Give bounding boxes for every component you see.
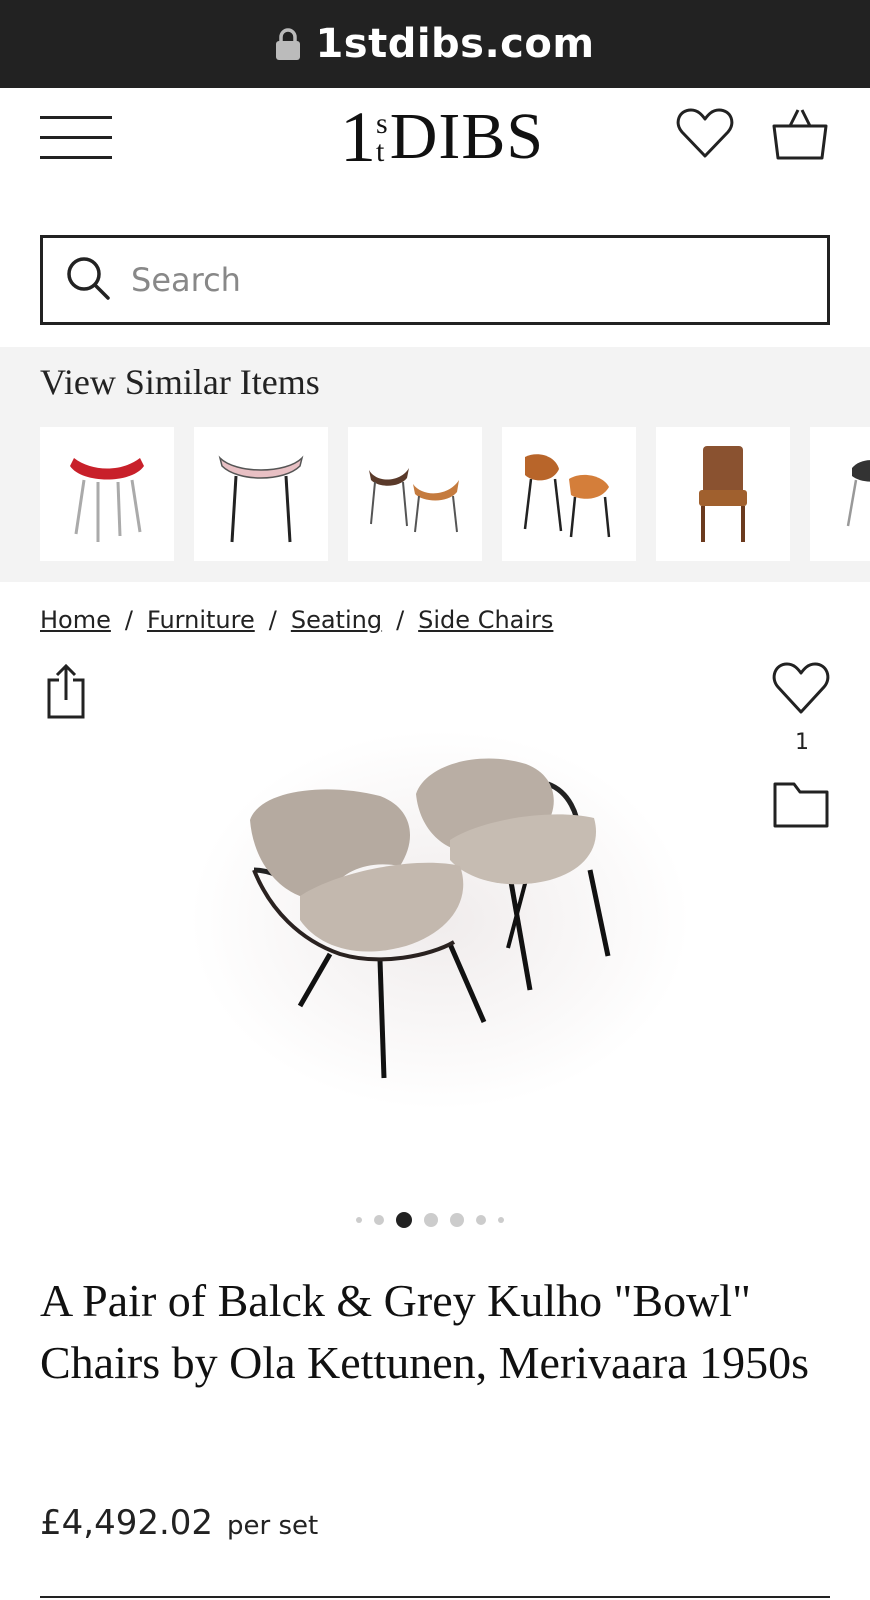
lock-icon: [275, 27, 301, 61]
search-box[interactable]: [40, 235, 830, 325]
carousel-dot[interactable]: [424, 1213, 438, 1227]
price-unit: per set: [227, 1511, 319, 1541]
black-bowl-chair-thumbnail[interactable]: [810, 427, 870, 561]
favorite-count: 1: [795, 730, 809, 755]
carousel-dots: [350, 1212, 510, 1228]
red-bowl-stool-thumbnail[interactable]: [40, 427, 174, 561]
menu-icon[interactable]: [40, 116, 112, 160]
breadcrumb-side-chairs[interactable]: Side Chairs: [418, 606, 553, 634]
breadcrumb: Home / Furniture / Seating / Side Chairs: [40, 606, 553, 634]
carousel-dot[interactable]: [374, 1215, 384, 1225]
similar-items-carousel[interactable]: [40, 427, 870, 561]
divider: [40, 1596, 830, 1598]
favorites-heart-icon[interactable]: [676, 106, 734, 165]
carousel-dot-active[interactable]: [396, 1212, 412, 1228]
product-title: A Pair of Balck & Grey Kulho "Bowl" Chai…: [40, 1275, 810, 1388]
carousel-dot[interactable]: [450, 1213, 464, 1227]
product-price: £4,492.02: [40, 1503, 214, 1543]
similar-items-heading: View Similar Items: [40, 362, 320, 402]
pair-wood-bowl-chairs-thumbnail[interactable]: [502, 427, 636, 561]
carousel-dot[interactable]: [356, 1217, 362, 1223]
brown-leather-chair-thumbnail[interactable]: [656, 427, 790, 561]
logo-superscript: s t: [376, 107, 388, 168]
site-logo[interactable]: 1 s t DIBS: [340, 97, 545, 177]
pair-grey-bowl-chairs-photo: [190, 730, 690, 1110]
price-block: £4,492.02 per set: [40, 1503, 318, 1543]
breadcrumb-separator: /: [124, 606, 133, 634]
url-text: 1stdibs.com: [315, 21, 595, 67]
carousel-dot[interactable]: [498, 1217, 504, 1223]
product-image[interactable]: [150, 720, 720, 1150]
search-input[interactable]: [131, 261, 731, 299]
breadcrumb-separator: /: [268, 606, 277, 634]
similar-items-panel: View Similar Items: [0, 347, 870, 582]
shopping-bag-icon[interactable]: [772, 106, 828, 167]
breadcrumb-seating[interactable]: Seating: [291, 606, 382, 634]
search-icon[interactable]: [65, 255, 111, 306]
share-icon[interactable]: [46, 662, 86, 725]
logo-sub: t: [376, 135, 385, 168]
pair-dark-bowl-chairs-thumbnail[interactable]: [348, 427, 482, 561]
breadcrumb-separator: /: [396, 606, 405, 634]
carousel-dot[interactable]: [476, 1215, 486, 1225]
logo-number: 1: [340, 97, 376, 177]
logo-word: DIBS: [389, 100, 545, 173]
breadcrumb-home[interactable]: Home: [40, 606, 111, 634]
breadcrumb-furniture[interactable]: Furniture: [147, 606, 255, 634]
pink-bowl-stool-thumbnail[interactable]: [194, 427, 328, 561]
browser-url-bar[interactable]: 1stdibs.com: [0, 0, 870, 88]
favorite-heart-icon[interactable]: [772, 660, 830, 721]
folder-icon[interactable]: [772, 780, 830, 835]
site-header: 1 s t DIBS: [0, 88, 870, 228]
logo-super: s: [376, 107, 388, 140]
